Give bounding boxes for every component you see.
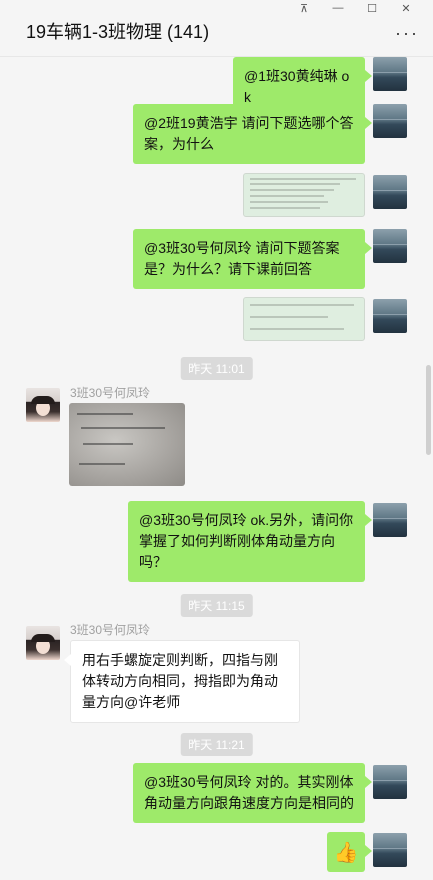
sender-name: 3班30号何凤玲 (70, 623, 151, 637)
my-avatar[interactable] (373, 175, 407, 209)
my-avatar[interactable] (373, 833, 407, 867)
chat-title: 19车辆1-3班物理 (141) (26, 22, 210, 42)
message-bubble-received[interactable]: 用右手螺旋定则判断，四指与刚体转动方向相同，拇指即为角动量方向@许老师 (64, 640, 300, 723)
image-message-thumbnail[interactable] (243, 173, 365, 217)
message-bubble-sent[interactable]: @3班30号何凤玲 请问下题答案是？为什么？请下课前回答 (133, 229, 372, 289)
handwriting-stroke (79, 463, 125, 465)
timestamp: 昨天 11:21 (180, 733, 253, 756)
timestamp: 昨天 11:15 (180, 594, 253, 617)
minimize-button[interactable]: — (321, 0, 355, 16)
photo-message[interactable] (69, 403, 185, 486)
handwriting-stroke (81, 427, 165, 429)
window-controls: ⊼ — ☐ ✕ (287, 0, 423, 16)
my-avatar[interactable] (373, 503, 407, 537)
sender-name: 3班30号何凤玲 (70, 386, 151, 400)
thumbnail-text-line (250, 183, 340, 185)
handwriting-stroke (77, 413, 133, 415)
message-bubble-sent[interactable]: @2班19黄浩宇 请问下题选哪个答案，为什么 (133, 104, 372, 164)
contact-avatar[interactable] (26, 388, 60, 422)
thumbnail-text-line (250, 316, 328, 318)
contact-avatar[interactable] (26, 626, 60, 660)
thumbnail-text-line (250, 195, 324, 197)
maximize-button[interactable]: ☐ (355, 0, 389, 16)
my-avatar[interactable] (373, 765, 407, 799)
handwriting-stroke (83, 443, 133, 445)
timestamp: 昨天 11:01 (180, 357, 253, 380)
close-button[interactable]: ✕ (389, 0, 423, 16)
my-avatar[interactable] (373, 229, 407, 263)
message-bubble-sent[interactable]: @3班30号何凤玲 ok.另外，请问你掌握了如何判断刚体角动量方向吗？ (128, 501, 372, 582)
image-message-thumbnail[interactable] (243, 297, 365, 341)
chat-header: 19车辆1-3班物理 (141) ⊼ — ☐ ✕ ··· (0, 0, 433, 57)
thumbnail-text-line (250, 178, 356, 180)
thumbnail-text-line (250, 201, 328, 203)
thumbs-up-icon[interactable]: 👍 (327, 832, 372, 872)
message-bubble-sent[interactable]: @3班30号何凤玲 对的。其实刚体角动量方向跟角速度方向是相同的 (133, 763, 372, 823)
thumbnail-text-line (250, 328, 344, 330)
more-options-icon[interactable]: ··· (395, 24, 419, 42)
my-avatar[interactable] (373, 57, 407, 91)
thumbnail-text-line (250, 304, 354, 306)
thumbnail-text-line (250, 207, 320, 209)
my-avatar[interactable] (373, 104, 407, 138)
thumbnail-text-line (250, 189, 334, 191)
scrollbar[interactable] (426, 365, 431, 455)
my-avatar[interactable] (373, 299, 407, 333)
pin-icon[interactable]: ⊼ (287, 0, 321, 16)
